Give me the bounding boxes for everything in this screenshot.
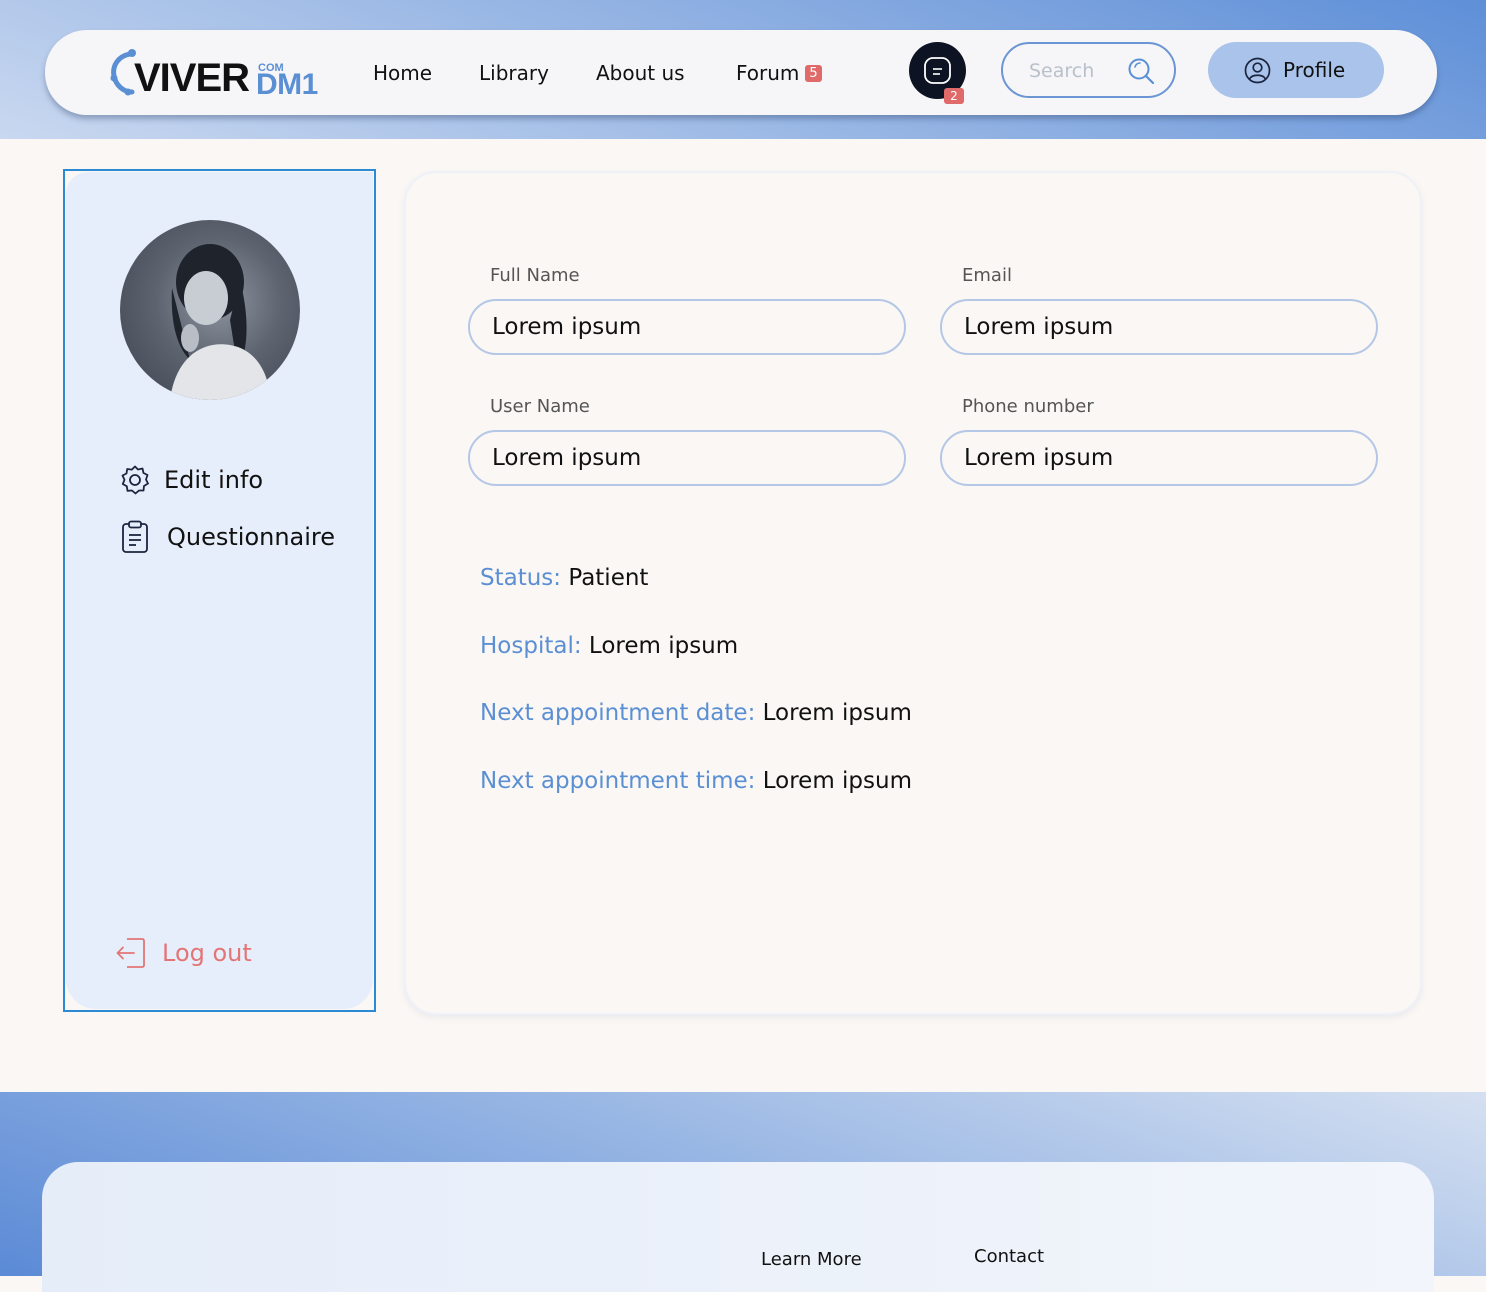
phone-label: Phone number [962,396,1094,417]
clipboard-icon [122,520,148,553]
logo-dm1-text: DM1 [256,68,318,101]
search-box [1001,42,1176,98]
hospital-value: Lorem ipsum [588,633,739,659]
nav-library[interactable]: Library [479,60,549,86]
user-circle-icon [1244,57,1271,84]
chat-badge: 2 [944,88,964,104]
user-name-field[interactable] [468,430,906,486]
next-date-value: Lorem ipsum [762,700,912,726]
avatar[interactable] [120,220,300,400]
status-key: Status: [480,565,562,591]
phone-field[interactable] [940,430,1378,486]
status-value: Patient [568,565,649,591]
user-name-label: User Name [490,396,590,417]
email-label: Email [962,265,1012,286]
logout-button[interactable]: Log out [162,938,252,968]
profile-button[interactable]: Profile [1208,42,1384,98]
search-input[interactable] [1029,58,1129,84]
footer-card [42,1162,1434,1292]
full-name-field[interactable] [468,299,906,355]
profile-label: Profile [1283,58,1346,82]
next-date-key: Next appointment date: [480,700,756,726]
nav-about[interactable]: About us [596,60,685,86]
next-time-row: Next appointment time: Lorem ipsum [480,766,912,796]
next-time-key: Next appointment time: [480,768,756,794]
forum-badge: 5 [805,65,822,82]
hospital-row: Hospital: Lorem ipsum [480,631,738,661]
nav-forum[interactable]: Forum 5 [736,60,822,86]
logo[interactable]: VIVER COM DM1 [108,48,318,100]
nav-forum-label: Forum [736,61,800,85]
hospital-key: Hospital: [480,633,582,659]
full-name-label: Full Name [490,265,580,286]
logout-icon [116,938,145,968]
status-row: Status: Patient [480,563,648,593]
avatar-photo [170,244,270,400]
sidebar-item-questionnaire[interactable]: Questionnaire [167,522,335,552]
next-date-row: Next appointment date: Lorem ipsum [480,698,912,728]
sidebar-item-edit-info[interactable]: Edit info [164,465,263,495]
footer-contact[interactable]: Contact [974,1246,1044,1268]
gear-icon [121,465,149,495]
search-icon[interactable] [1127,57,1155,85]
logo-text: VIVER [134,56,250,100]
nav-home[interactable]: Home [373,60,432,86]
footer-learn-more[interactable]: Learn More [761,1249,862,1271]
email-field[interactable] [940,299,1378,355]
chat-icon [924,57,951,84]
next-time-value: Lorem ipsum [762,768,912,794]
